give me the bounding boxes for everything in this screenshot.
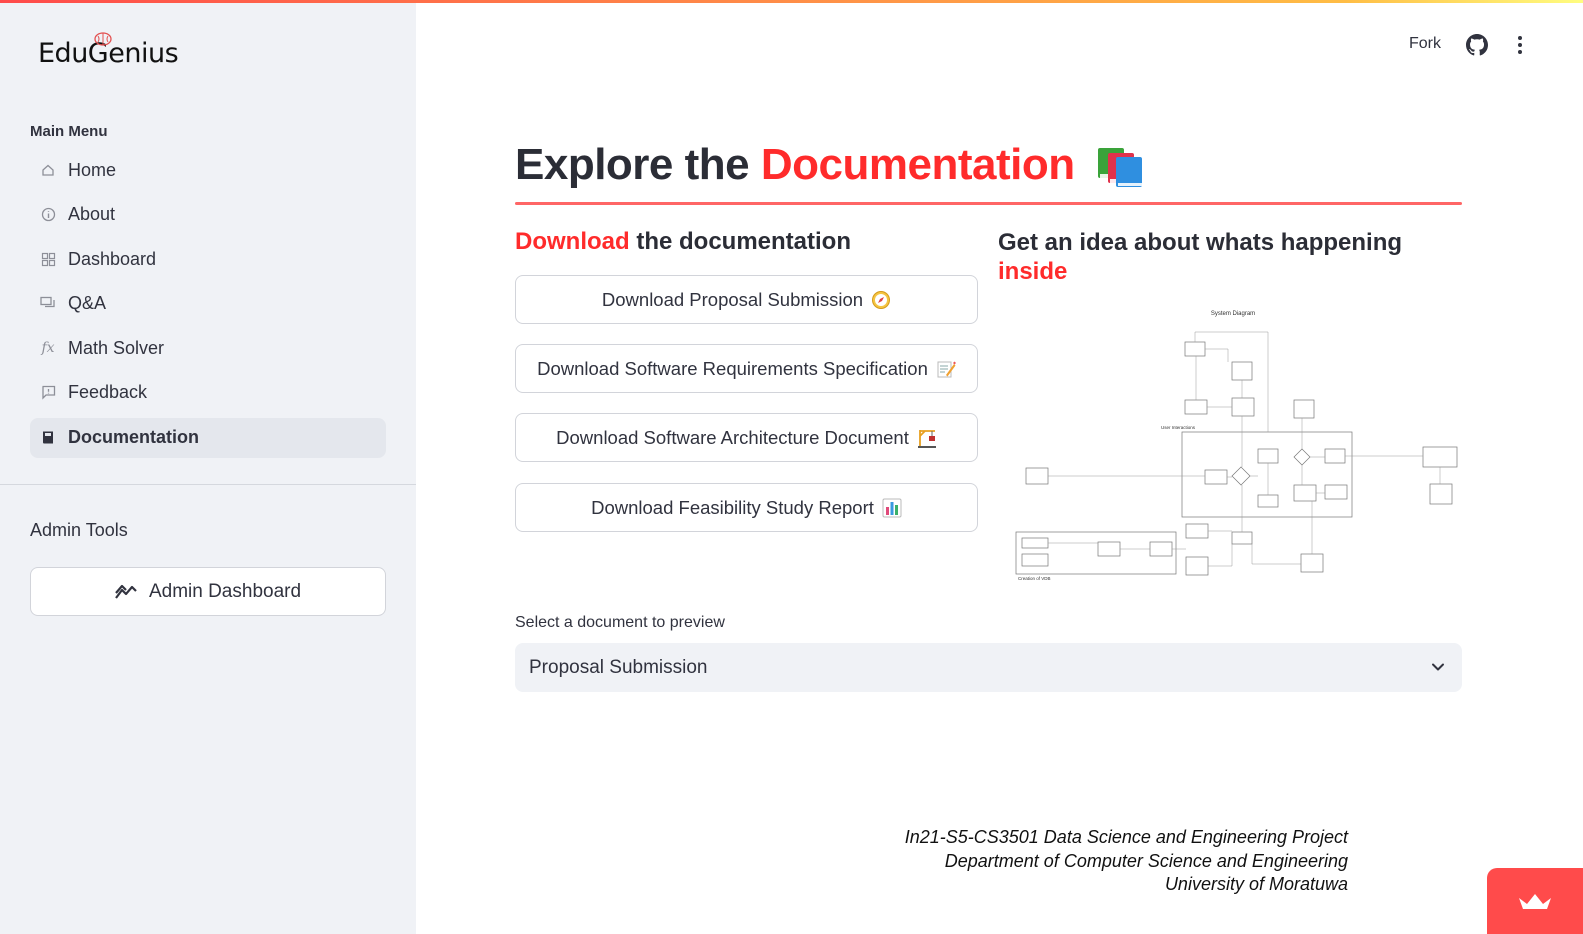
sidebar-item-dashboard[interactable]: Dashboard xyxy=(30,239,386,279)
system-diagram-image: System Diagram User Interactions Creatio… xyxy=(1015,311,1458,581)
crown-icon xyxy=(1519,894,1551,909)
sidebar-item-qa[interactable]: Q&A xyxy=(30,284,386,324)
admin-dashboard-label: Admin Dashboard xyxy=(148,580,302,602)
svg-text:Creation of VDB: Creation of VDB xyxy=(1018,576,1051,581)
sidebar-item-feedback[interactable]: Feedback xyxy=(30,373,386,413)
title-divider xyxy=(515,202,1462,205)
bar-chart-icon xyxy=(882,498,902,518)
books-icon xyxy=(1098,148,1143,188)
svg-text:System Diagram: System Diagram xyxy=(1211,311,1255,317)
document-select[interactable]: Proposal Submission xyxy=(515,643,1462,692)
selected-document-value: Proposal Submission xyxy=(529,656,708,678)
svg-text:User Interactions: User Interactions xyxy=(1161,425,1196,430)
sidebar-item-label: Feedback xyxy=(68,382,148,403)
main-menu-title: Main Menu xyxy=(30,123,108,140)
admin-tools-title: Admin Tools xyxy=(30,520,128,540)
memo-icon xyxy=(936,359,956,379)
more-menu-icon[interactable] xyxy=(1512,34,1528,56)
download-section-title: Download the documentation xyxy=(515,228,851,255)
streamlit-badge[interactable] xyxy=(1487,868,1583,934)
github-icon[interactable] xyxy=(1466,34,1488,56)
chat-icon xyxy=(40,296,56,312)
top-decoration-stripe xyxy=(0,0,1583,3)
fork-link[interactable]: Fork xyxy=(1409,35,1441,53)
app-logo: EduGenius xyxy=(38,32,179,69)
function-icon: fx xyxy=(41,340,55,357)
main-menu: Home About Dashboard Q&A fx Math Solver xyxy=(30,150,386,462)
sidebar-item-math-solver[interactable]: fx Math Solver xyxy=(30,328,386,368)
download-feasibility-button[interactable]: Download Feasibility Study Report xyxy=(515,483,978,532)
brain-icon xyxy=(94,32,112,46)
book-icon xyxy=(40,430,56,446)
feedback-icon xyxy=(40,385,56,401)
sidebar-item-label: About xyxy=(68,204,116,225)
footer-line-university: University of Moratuwa xyxy=(1164,874,1348,894)
chevron-down-icon xyxy=(1432,663,1444,671)
sidebar-item-about[interactable]: About xyxy=(30,195,386,235)
footer-line-project: In21-S5-CS3501 Data Science and Engineer… xyxy=(904,827,1348,847)
home-icon xyxy=(40,162,56,178)
sidebar-item-label: Math Solver xyxy=(68,337,165,358)
select-document-label: Select a document to preview xyxy=(515,614,725,631)
construction-icon xyxy=(917,428,937,448)
footer: In21-S5-CS3501 Data Science and Engineer… xyxy=(880,826,1348,897)
sidebar: EduGenius Main Menu Home About Dashboard xyxy=(0,0,416,934)
dashboard-icon xyxy=(40,251,56,267)
sidebar-divider xyxy=(0,484,416,485)
sidebar-item-home[interactable]: Home xyxy=(30,150,386,190)
sidebar-item-documentation[interactable]: Documentation xyxy=(30,417,386,458)
page-title: Explore the Documentation xyxy=(515,140,1144,190)
trending-icon xyxy=(115,584,137,599)
compass-icon xyxy=(871,290,891,310)
sidebar-item-label: Q&A xyxy=(68,293,107,314)
admin-dashboard-button[interactable]: Admin Dashboard xyxy=(30,567,386,616)
download-srs-button[interactable]: Download Software Requirements Specifica… xyxy=(515,344,978,393)
download-proposal-button[interactable]: Download Proposal Submission xyxy=(515,275,978,324)
download-architecture-button[interactable]: Download Software Architecture Document xyxy=(515,413,978,462)
info-icon xyxy=(40,207,56,223)
sidebar-item-label: Dashboard xyxy=(68,248,157,269)
sidebar-item-label: Documentation xyxy=(68,427,200,448)
footer-line-department: Department of Computer Science and Engin… xyxy=(944,850,1348,871)
sidebar-item-label: Home xyxy=(68,159,117,180)
diagram-section-title: Get an idea about whats happening inside xyxy=(998,229,1403,285)
